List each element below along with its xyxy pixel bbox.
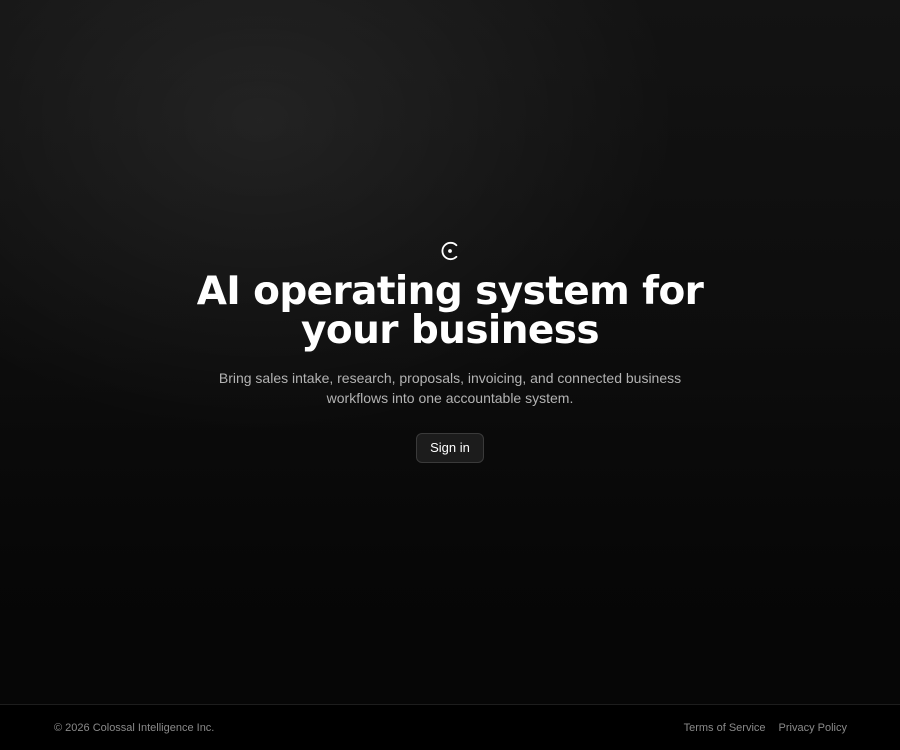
circle-dot-logo-icon [439,240,461,262]
hero-section: AI operating system for your business Br… [0,240,900,463]
copyright-text: © 2026 Colossal Intelligence Inc. [54,721,215,734]
landing-page: AI operating system for your business Br… [0,0,900,750]
page-subtitle: Bring sales intake, research, proposals,… [218,370,682,406]
sign-in-button[interactable]: Sign in [416,433,484,463]
footer: © 2026 Colossal Intelligence Inc. Terms … [0,704,900,750]
page-headline: AI operating system for your business [196,269,704,353]
privacy-policy-link[interactable]: Privacy Policy [779,722,847,734]
terms-of-service-link[interactable]: Terms of Service [684,722,766,734]
footer-links: Terms of Service Privacy Policy [684,722,847,734]
